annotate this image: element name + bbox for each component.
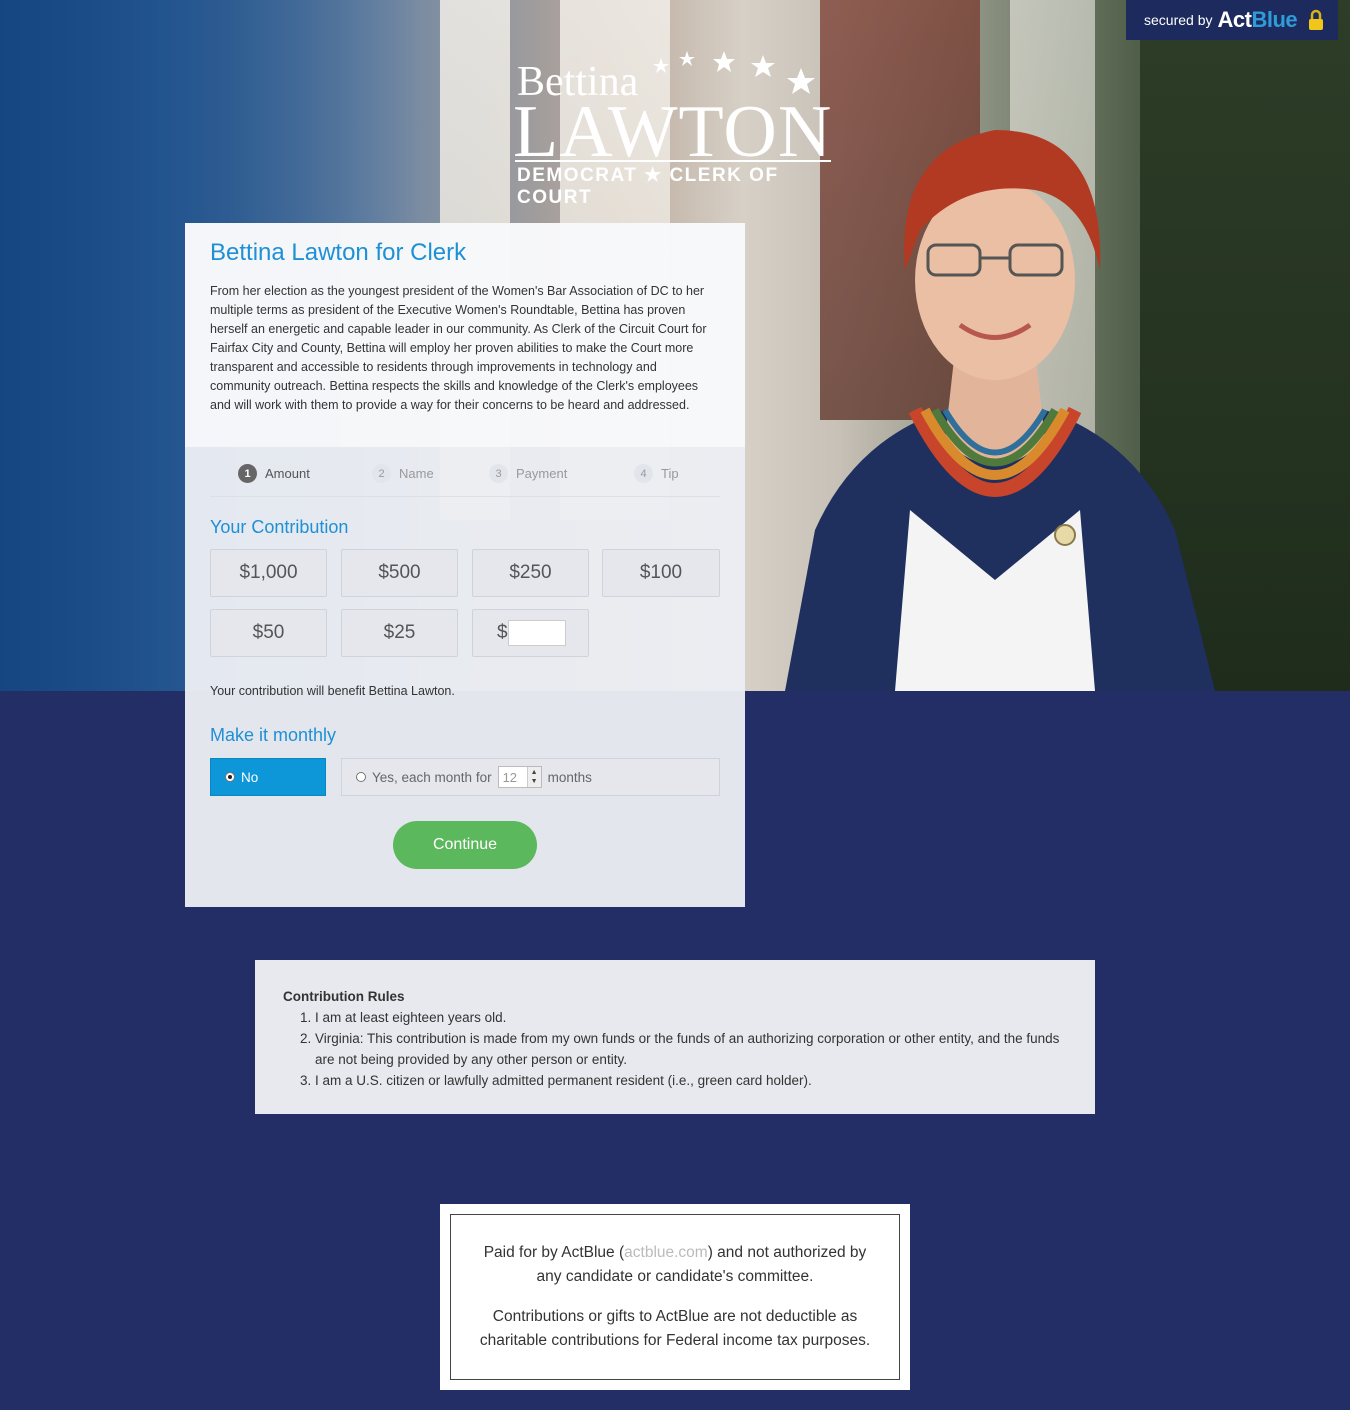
form-steps: 1 Amount 2 Name 3 Payment 4 Tip bbox=[210, 451, 720, 497]
custom-amount-prefix: $ bbox=[497, 622, 508, 643]
rule-item: Virginia: This contribution is made from… bbox=[315, 1028, 1067, 1070]
actblue-brand-act: Act bbox=[1217, 7, 1252, 32]
step-number: 4 bbox=[634, 464, 653, 483]
step-payment[interactable]: 3 Payment bbox=[489, 464, 567, 483]
logo-divider bbox=[515, 160, 831, 162]
radio-unselected-icon[interactable] bbox=[356, 772, 366, 782]
step-name[interactable]: 2 Name bbox=[372, 464, 434, 483]
monthly-no-label: No bbox=[241, 769, 259, 785]
lock-icon bbox=[1309, 9, 1324, 30]
months-stepper[interactable]: 12 ▲ ▼ bbox=[497, 766, 542, 788]
rule-item: I am a U.S. citizen or lawfully admitted… bbox=[315, 1070, 1067, 1091]
page-title: Bettina Lawton for Clerk bbox=[210, 239, 467, 266]
contribution-heading: Your Contribution bbox=[210, 517, 349, 537]
amount-button-100[interactable]: $100 bbox=[602, 549, 720, 597]
continue-button[interactable]: Continue bbox=[393, 821, 537, 869]
logo-last-name: LAWTON bbox=[513, 91, 833, 173]
campaign-logo: Bettina LAWTON DEMOCRAT ★ CLERK OF COURT bbox=[513, 48, 835, 208]
stepper-arrows-icon[interactable]: ▲ ▼ bbox=[526, 767, 541, 787]
custom-amount-box: $ bbox=[472, 609, 589, 657]
step-label: Amount bbox=[265, 466, 310, 481]
rules-heading: Contribution Rules bbox=[283, 989, 405, 1004]
months-suffix: months bbox=[547, 769, 592, 785]
monthly-yes-option[interactable]: Yes, each month for 12 ▲ ▼ months bbox=[341, 758, 720, 796]
step-label: Payment bbox=[516, 466, 568, 481]
logo-tagline: DEMOCRAT ★ CLERK OF COURT bbox=[517, 165, 779, 208]
monthly-heading: Make it monthly bbox=[210, 725, 337, 745]
disclaimer-inner: Paid for by ActBlue (actblue.com) and no… bbox=[450, 1214, 900, 1380]
amount-button-25[interactable]: $25 bbox=[341, 609, 458, 657]
step-tip[interactable]: 4 Tip bbox=[634, 464, 679, 483]
step-label: Name bbox=[399, 466, 434, 481]
paid-for-prefix: Paid for by ActBlue ( bbox=[483, 1244, 625, 1261]
paid-for-text: Paid for by ActBlue (actblue.com) and no… bbox=[471, 1241, 879, 1289]
rule-item: I am at least eighteen years old. bbox=[315, 1007, 1067, 1028]
custom-amount-input[interactable] bbox=[507, 620, 566, 646]
amount-button-500[interactable]: $500 bbox=[341, 549, 458, 597]
secured-label: secured by bbox=[1144, 12, 1213, 28]
step-label: Tip bbox=[661, 466, 679, 481]
step-number: 3 bbox=[489, 464, 508, 483]
campaign-description: From her election as the youngest presid… bbox=[210, 284, 707, 412]
contribution-rules: Contribution Rules I am at least eightee… bbox=[255, 960, 1095, 1114]
actblue-link[interactable]: actblue.com bbox=[624, 1244, 708, 1261]
donation-form-card: Bettina Lawton for Clerk From her electi… bbox=[185, 223, 745, 907]
step-number: 1 bbox=[238, 464, 257, 483]
amount-button-50[interactable]: $50 bbox=[210, 609, 327, 657]
actblue-brand-blue: Blue bbox=[1251, 7, 1298, 32]
monthly-no-option[interactable]: No bbox=[210, 758, 326, 796]
step-amount[interactable]: 1 Amount bbox=[238, 464, 310, 483]
benefit-text: Your contribution will benefit Bettina L… bbox=[210, 684, 455, 698]
radio-selected-icon[interactable] bbox=[225, 772, 235, 782]
months-value: 12 bbox=[502, 769, 518, 785]
form-header: Bettina Lawton for Clerk From her electi… bbox=[185, 223, 745, 447]
secured-by-actblue-badge[interactable]: secured by ActBlue bbox=[1126, 0, 1338, 40]
tax-disclaimer-text: Contributions or gifts to ActBlue are no… bbox=[479, 1308, 871, 1349]
disclaimer-box: Paid for by ActBlue (actblue.com) and no… bbox=[440, 1204, 910, 1390]
amount-button-1000[interactable]: $1,000 bbox=[210, 549, 327, 597]
monthly-yes-label: Yes, each month for bbox=[372, 769, 492, 785]
amount-button-250[interactable]: $250 bbox=[472, 549, 589, 597]
rules-list: I am at least eighteen years old. Virgin… bbox=[283, 1007, 1067, 1091]
actblue-brand: ActBlue bbox=[1217, 7, 1297, 33]
step-number: 2 bbox=[372, 464, 391, 483]
